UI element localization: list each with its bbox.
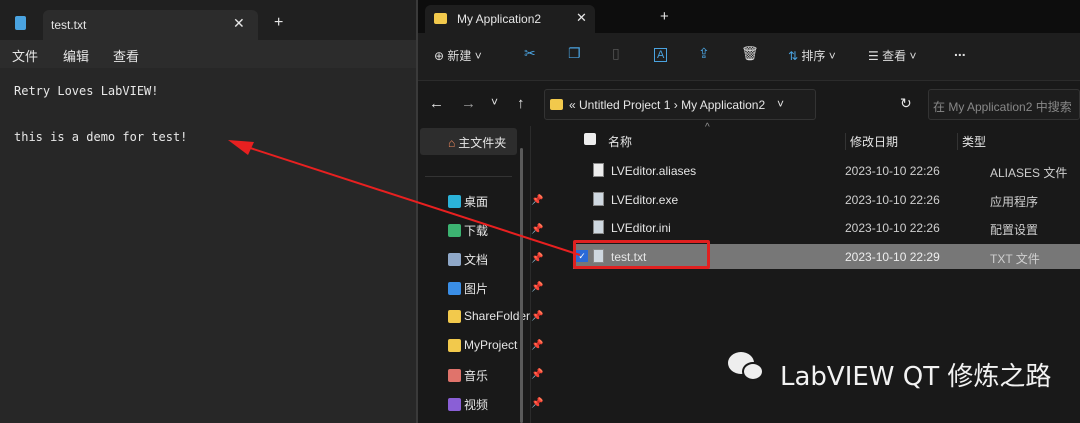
red-arrow-annotation — [228, 140, 581, 256]
